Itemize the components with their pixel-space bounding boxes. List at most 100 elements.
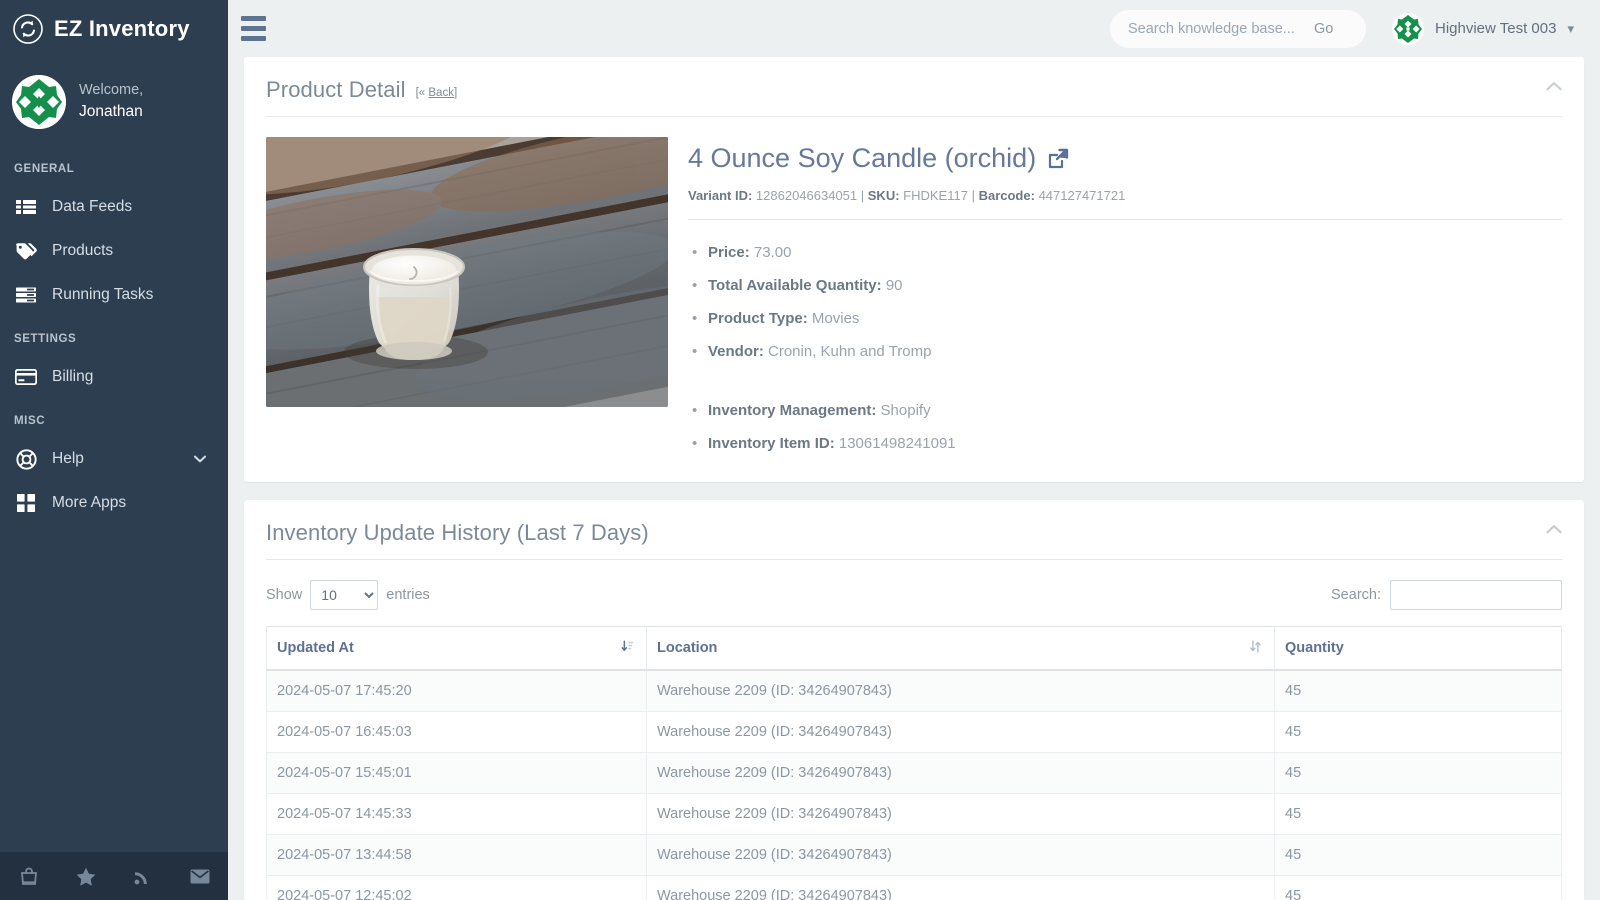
column-header-updated-at[interactable]: Updated At — [267, 627, 647, 671]
sidebar-item-label: Billing — [52, 368, 93, 386]
column-label: Updated At — [277, 640, 354, 656]
barcode-value: 447127471721 — [1039, 188, 1126, 203]
attribute-value: Movies — [812, 310, 860, 327]
show-label: Show — [266, 587, 302, 603]
external-link-icon[interactable] — [1046, 147, 1070, 171]
cell-location: Warehouse 2209 (ID: 34264907843) — [647, 670, 1275, 712]
cell-updated-at: 2024-05-07 12:45:02 — [267, 876, 647, 900]
grid-apps-icon — [14, 493, 38, 513]
table-row[interactable]: 2024-05-07 12:45:02Warehouse 2209 (ID: 3… — [267, 876, 1562, 900]
nav-section-header-settings: SETTINGS — [0, 317, 228, 355]
column-header-quantity[interactable]: Quantity — [1275, 627, 1562, 671]
search-go-button[interactable]: Go — [1304, 17, 1343, 41]
chevron-down-icon: ▾ — [1567, 21, 1574, 37]
attribute-inventory-management: Inventory Management: Shopify — [688, 394, 1562, 427]
variant-id-value: 12862046634051 — [756, 188, 857, 203]
product-attributes: Price: 73.00 Total Available Quantity: 9… — [688, 236, 1562, 460]
cell-updated-at: 2024-05-07 16:45:03 — [267, 712, 647, 753]
product-identifiers: Variant ID: 12862046634051 | SKU: FHDKE1… — [688, 188, 1562, 203]
sku-label: SKU: — [868, 188, 900, 203]
sidebar-item-running-tasks[interactable]: Running Tasks — [0, 273, 228, 317]
account-name: Highview Test 003 — [1435, 20, 1556, 37]
sku-value: FHDKE117 — [903, 188, 968, 203]
table-header-row: Updated At — [267, 627, 1562, 671]
cell-quantity: 45 — [1275, 794, 1562, 835]
table-row[interactable]: 2024-05-07 15:45:01Warehouse 2209 (ID: 3… — [267, 753, 1562, 794]
sidebar: EZ Inventory — [0, 0, 228, 900]
account-avatar — [1392, 13, 1424, 45]
column-header-location[interactable]: Location — [647, 627, 1275, 671]
attribute-inventory-item-id: Inventory Item ID: 13061498241091 — [688, 427, 1562, 460]
cell-updated-at: 2024-05-07 14:45:33 — [267, 794, 647, 835]
cell-updated-at: 2024-05-07 17:45:20 — [267, 670, 647, 712]
page-title: Product Detail — [266, 77, 406, 103]
attribute-label: Total Available Quantity: — [708, 277, 882, 294]
cell-updated-at: 2024-05-07 15:45:01 — [267, 753, 647, 794]
main-region: Go Highview Test 0 — [228, 0, 1600, 900]
sync-refresh-icon — [12, 13, 44, 45]
welcome-label: Welcome, — [79, 80, 143, 101]
account-menu[interactable]: Highview Test 003 ▾ — [1392, 13, 1574, 45]
sidebar-item-label: Data Feeds — [52, 198, 132, 216]
cell-quantity: 45 — [1275, 876, 1562, 900]
back-link[interactable]: [« Back] — [416, 87, 458, 103]
product-divider — [688, 219, 1562, 220]
table-body: 2024-05-07 17:45:20Warehouse 2209 (ID: 3… — [267, 670, 1562, 900]
attribute-label: Inventory Management: — [708, 402, 876, 419]
sidebar-item-label: Products — [52, 242, 113, 260]
app-root: EZ Inventory — [0, 0, 1600, 900]
brand-logo[interactable]: EZ Inventory — [0, 0, 228, 57]
entries-per-page-select[interactable]: 102550100 — [310, 580, 378, 610]
sidebar-item-products[interactable]: Products — [0, 229, 228, 273]
back-link-label[interactable]: Back — [428, 87, 454, 99]
inventory-history-panel: Inventory Update History (Last 7 Days) S… — [244, 500, 1584, 900]
datatable-length-control: Show 102550100 entries — [266, 580, 430, 610]
table-search-input[interactable] — [1390, 580, 1562, 610]
table-row[interactable]: 2024-05-07 14:45:33Warehouse 2209 (ID: 3… — [267, 794, 1562, 835]
sort-desc-icon — [621, 640, 634, 656]
attribute-label: Product Type: — [708, 310, 808, 327]
envelope-icon[interactable] — [171, 869, 228, 884]
sidebar-item-label: Help — [52, 450, 84, 468]
chevron-up-icon[interactable] — [1546, 79, 1562, 95]
back-suffix: ] — [454, 87, 457, 99]
attribute-value: 90 — [886, 277, 903, 294]
chevron-up-icon[interactable] — [1546, 522, 1562, 538]
attribute-label: Price: — [708, 244, 750, 261]
attribute-value: 73.00 — [754, 244, 792, 261]
cell-location: Warehouse 2209 (ID: 34264907843) — [647, 712, 1275, 753]
cell-updated-at: 2024-05-07 13:44:58 — [267, 835, 647, 876]
list-icon — [14, 197, 38, 217]
variant-id-label: Variant ID: — [688, 188, 752, 203]
attribute-value: 13061498241091 — [839, 435, 956, 452]
cell-location: Warehouse 2209 (ID: 34264907843) — [647, 794, 1275, 835]
star-icon[interactable] — [57, 867, 114, 886]
cell-location: Warehouse 2209 (ID: 34264907843) — [647, 753, 1275, 794]
cell-quantity: 45 — [1275, 753, 1562, 794]
table-row[interactable]: 2024-05-07 16:45:03Warehouse 2209 (ID: 3… — [267, 712, 1562, 753]
hamburger-icon[interactable] — [228, 0, 278, 57]
user-welcome-block: Welcome, Jonathan — [0, 57, 228, 147]
attribute-product-type: Product Type: Movies — [688, 302, 1562, 335]
id-separator-2: | — [968, 188, 979, 203]
sidebar-item-more-apps[interactable]: More Apps — [0, 481, 228, 525]
attribute-vendor: Vendor: Cronin, Kuhn and Tromp — [688, 335, 1562, 368]
table-row[interactable]: 2024-05-07 13:44:58Warehouse 2209 (ID: 3… — [267, 835, 1562, 876]
table-row[interactable]: 2024-05-07 17:45:20Warehouse 2209 (ID: 3… — [267, 670, 1562, 712]
attribute-label: Vendor: — [708, 343, 764, 360]
cell-location: Warehouse 2209 (ID: 34264907843) — [647, 876, 1275, 900]
column-label: Quantity — [1285, 640, 1344, 656]
shopping-bag-icon[interactable] — [0, 866, 57, 886]
knowledge-base-search[interactable]: Go — [1110, 10, 1366, 48]
avatar — [12, 75, 66, 129]
attribute-value: Cronin, Kuhn and Tromp — [768, 343, 931, 360]
column-label: Location — [657, 640, 717, 656]
inventory-history-table: Updated At — [266, 626, 1562, 900]
search-input[interactable] — [1128, 21, 1304, 37]
sidebar-item-billing[interactable]: Billing — [0, 355, 228, 399]
rss-icon[interactable] — [114, 867, 171, 885]
product-detail-panel: Product Detail [« Back] — [244, 57, 1584, 482]
entries-label: entries — [386, 587, 430, 603]
sidebar-item-data-feeds[interactable]: Data Feeds — [0, 185, 228, 229]
sidebar-item-help[interactable]: Help — [0, 437, 228, 481]
